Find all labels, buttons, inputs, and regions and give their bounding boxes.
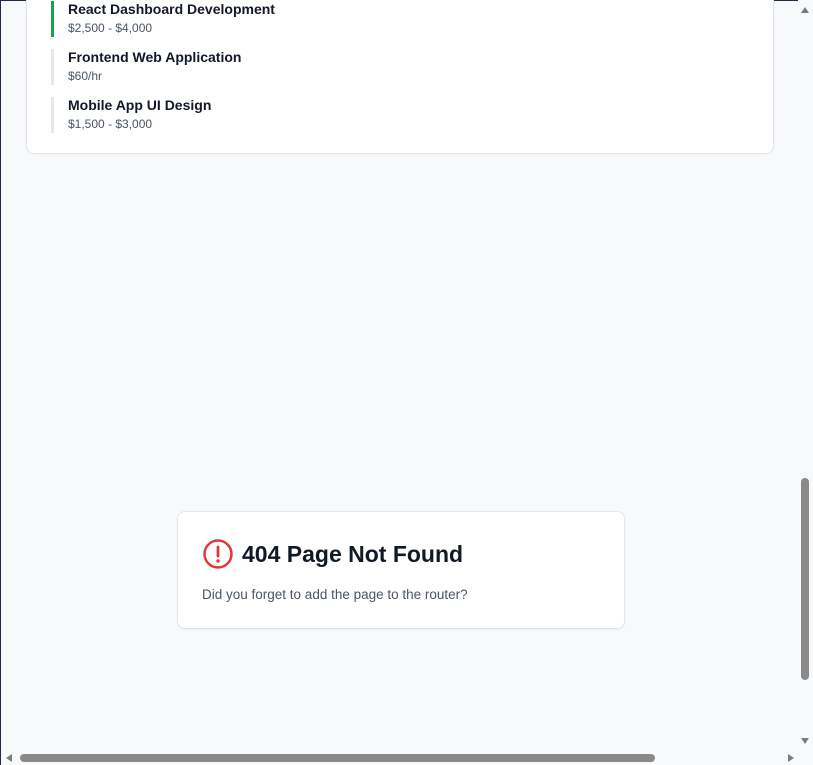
- not-found-message: Did you forget to add the page to the ro…: [202, 587, 468, 602]
- horizontal-scroll-thumb[interactable]: [20, 754, 655, 762]
- horizontal-scrollbar[interactable]: [1, 750, 799, 765]
- job-list-item[interactable]: Mobile App UI Design $1,500 - $3,000: [51, 97, 211, 133]
- job-list-item[interactable]: React Dashboard Development $2,500 - $4,…: [51, 1, 275, 37]
- scroll-right-arrow-icon[interactable]: [788, 754, 794, 762]
- vertical-scrollbar[interactable]: [798, 0, 813, 750]
- recent-jobs-card: React Dashboard Development $2,500 - $4,…: [26, 0, 774, 154]
- alert-circle-icon: [203, 539, 233, 569]
- job-list-item[interactable]: Frontend Web Application $60/hr: [51, 49, 241, 85]
- job-title: Frontend Web Application: [68, 49, 242, 65]
- not-found-card: 404 Page Not Found Did you forget to add…: [177, 511, 625, 629]
- job-rate: $1,500 - $3,000: [68, 117, 153, 131]
- scroll-left-arrow-icon[interactable]: [6, 754, 12, 762]
- job-title: React Dashboard Development: [68, 1, 275, 17]
- not-found-header: 404 Page Not Found: [202, 538, 463, 570]
- not-found-title: 404 Page Not Found: [242, 540, 464, 567]
- vertical-scroll-thumb[interactable]: [801, 478, 809, 680]
- scroll-down-arrow-icon[interactable]: [801, 738, 809, 744]
- job-rate: $2,500 - $4,000: [68, 21, 153, 35]
- job-rate: $60/hr: [68, 69, 103, 83]
- page-viewport: React Dashboard Development $2,500 - $4,…: [0, 0, 813, 765]
- job-title: Mobile App UI Design: [68, 97, 212, 113]
- scroll-up-arrow-icon[interactable]: [801, 7, 809, 13]
- scrollbar-corner: [798, 750, 813, 765]
